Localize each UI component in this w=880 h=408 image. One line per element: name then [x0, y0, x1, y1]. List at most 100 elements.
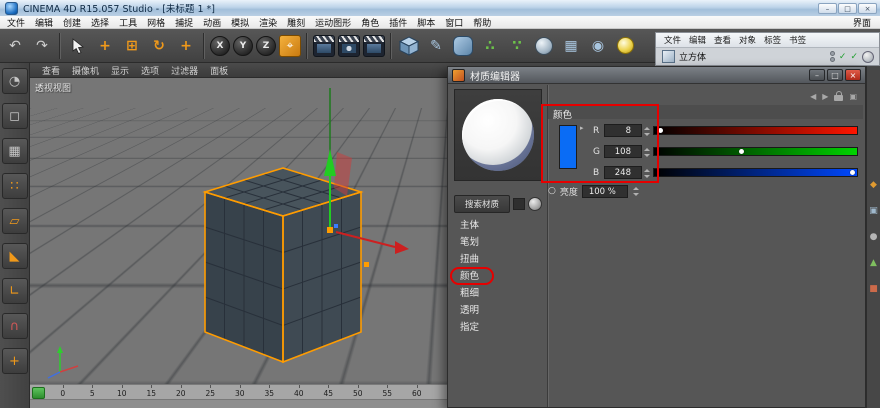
cube-object-icon: [662, 50, 675, 63]
rotate-tool-button[interactable]: ↻: [147, 34, 171, 58]
floor-button[interactable]: ▦: [559, 34, 583, 58]
frame-marker[interactable]: [32, 387, 45, 399]
subdivision-surface-button[interactable]: [451, 34, 475, 58]
scene-svg: [30, 78, 880, 384]
menu-item[interactable]: 渲染: [254, 16, 282, 29]
render-visibility-dot[interactable]: [830, 57, 835, 62]
menu-item[interactable]: 窗口: [440, 16, 468, 29]
object-manager-menubar: 文件编辑查看对象标签书签: [656, 33, 879, 48]
scale-tool-button[interactable]: ⊞: [120, 34, 144, 58]
om-menu-item[interactable]: 对象: [735, 34, 760, 46]
origin-handle[interactable]: [327, 227, 333, 233]
cube-primitive-button[interactable]: [397, 34, 421, 58]
minimize-button[interactable]: –: [818, 3, 837, 14]
workplane-button[interactable]: +: [2, 348, 28, 374]
texture-mode-button[interactable]: ▦: [2, 138, 28, 164]
light-button[interactable]: [613, 34, 637, 58]
undo-button[interactable]: ↶: [3, 34, 27, 58]
render-queue-button[interactable]: [363, 35, 385, 57]
viewport-menu-item[interactable]: 过滤器: [165, 64, 204, 77]
lock-y-button[interactable]: Y: [233, 36, 253, 56]
model-mode-button[interactable]: ◻: [2, 103, 28, 129]
polygon-mode-button[interactable]: ◣: [2, 243, 28, 269]
render-view-button[interactable]: [313, 35, 335, 57]
instance-button[interactable]: ∵: [505, 34, 529, 58]
viewport-menu-item[interactable]: 显示: [105, 64, 135, 77]
viewport-menu-item[interactable]: 选项: [135, 64, 165, 77]
om-menu-item[interactable]: 标签: [760, 34, 785, 46]
viewport-menu-item[interactable]: 摄像机: [66, 64, 105, 77]
pen-tool-button[interactable]: ✎: [424, 34, 448, 58]
maximize-button[interactable]: □: [838, 3, 857, 14]
last-tool-button[interactable]: +: [174, 34, 198, 58]
point-mode-button[interactable]: ∷: [2, 173, 28, 199]
view-label: 透视视图: [35, 81, 71, 94]
snap-button[interactable]: ∩: [2, 313, 28, 339]
om-menu-item[interactable]: 文件: [660, 34, 685, 46]
menu-item[interactable]: 模拟: [226, 16, 254, 29]
lock-x-button[interactable]: X: [210, 36, 230, 56]
app-icon: [5, 2, 18, 15]
om-menu-item[interactable]: 编辑: [685, 34, 710, 46]
titlebar: CINEMA 4D R15.057 Studio - [未标题 1 *] – □…: [0, 0, 880, 16]
array-button[interactable]: ∴: [478, 34, 502, 58]
sphere-primitive-button[interactable]: [532, 34, 556, 58]
menu-item[interactable]: 帮助: [468, 16, 496, 29]
menu-item[interactable]: 工具: [114, 16, 142, 29]
editor-visibility-dot[interactable]: [830, 51, 835, 56]
menu-item[interactable]: 动画: [198, 16, 226, 29]
object-manager: 文件编辑查看对象标签书签 立方体 ✓ ✓: [655, 32, 880, 66]
menu-item-interface[interactable]: 界面: [844, 16, 880, 29]
phong-tag-icon[interactable]: [862, 51, 874, 63]
move-tool-button[interactable]: +: [93, 34, 117, 58]
menu-item[interactable]: 脚本: [412, 16, 440, 29]
cube-object[interactable]: [205, 168, 361, 362]
object-name: 立方体: [679, 50, 706, 63]
menu-item[interactable]: 角色: [356, 16, 384, 29]
menu-item[interactable]: 创建: [58, 16, 86, 29]
timeline[interactable]: 051015202530354045505560: [30, 384, 447, 408]
menubar: 文件编辑创建选择工具网格捕捉动画模拟渲染雕刻运动图形角色插件脚本窗口帮助 界面: [0, 16, 880, 29]
timeline-track[interactable]: [30, 399, 447, 408]
light-bulb-icon: [617, 37, 634, 54]
window-title: CINEMA 4D R15.057 Studio - [未标题 1 *]: [23, 1, 215, 15]
menu-item[interactable]: 网格: [142, 16, 170, 29]
menu-item[interactable]: 选择: [86, 16, 114, 29]
cinema4d-window: CINEMA 4D R15.057 Studio - [未标题 1 *] – □…: [0, 0, 880, 408]
visibility-dots[interactable]: [830, 51, 835, 62]
subdivision-icon: [453, 36, 473, 56]
select-tool-button[interactable]: [66, 34, 90, 58]
viewport-canvas[interactable]: 透视视图: [30, 78, 880, 384]
band-handle[interactable]: [364, 262, 369, 267]
make-editable-button[interactable]: ◔: [2, 68, 28, 94]
menu-item[interactable]: 运动图形: [310, 16, 356, 29]
cursor-icon: [71, 38, 85, 54]
om-menu-item[interactable]: 查看: [710, 34, 735, 46]
close-button[interactable]: ×: [858, 3, 877, 14]
toolbar-separator: [390, 33, 392, 59]
object-row[interactable]: 立方体 ✓ ✓: [656, 48, 879, 65]
axis-mode-button[interactable]: ∟: [2, 278, 28, 304]
z-axis-handle[interactable]: [334, 224, 338, 228]
edge-mode-button[interactable]: ▱: [2, 208, 28, 234]
cube-icon: [398, 35, 420, 57]
om-menu-item[interactable]: 书签: [785, 34, 810, 46]
x-axis-arrowhead[interactable]: [395, 241, 409, 254]
lock-z-button[interactable]: Z: [256, 36, 276, 56]
deform-check-icon[interactable]: ✓: [850, 52, 858, 62]
menu-item[interactable]: 雕刻: [282, 16, 310, 29]
viewport-menu-item[interactable]: 查看: [36, 64, 66, 77]
redo-button[interactable]: ↷: [30, 34, 54, 58]
toolbar-separator: [306, 33, 308, 59]
viewport-3d[interactable]: 查看摄像机显示选项过滤器面板 透视视图: [30, 63, 880, 384]
render-settings-button[interactable]: [338, 35, 360, 57]
menu-item[interactable]: 捕捉: [170, 16, 198, 29]
y-axis-arrowhead[interactable]: [324, 149, 336, 176]
menu-item[interactable]: 插件: [384, 16, 412, 29]
viewport-menu-item[interactable]: 面板: [204, 64, 234, 77]
menu-item[interactable]: 编辑: [30, 16, 58, 29]
coordinate-system-button[interactable]: ⌖: [279, 35, 301, 57]
menu-item[interactable]: 文件: [2, 16, 30, 29]
enable-check-icon[interactable]: ✓: [839, 52, 847, 62]
camera-button[interactable]: ◉: [586, 34, 610, 58]
